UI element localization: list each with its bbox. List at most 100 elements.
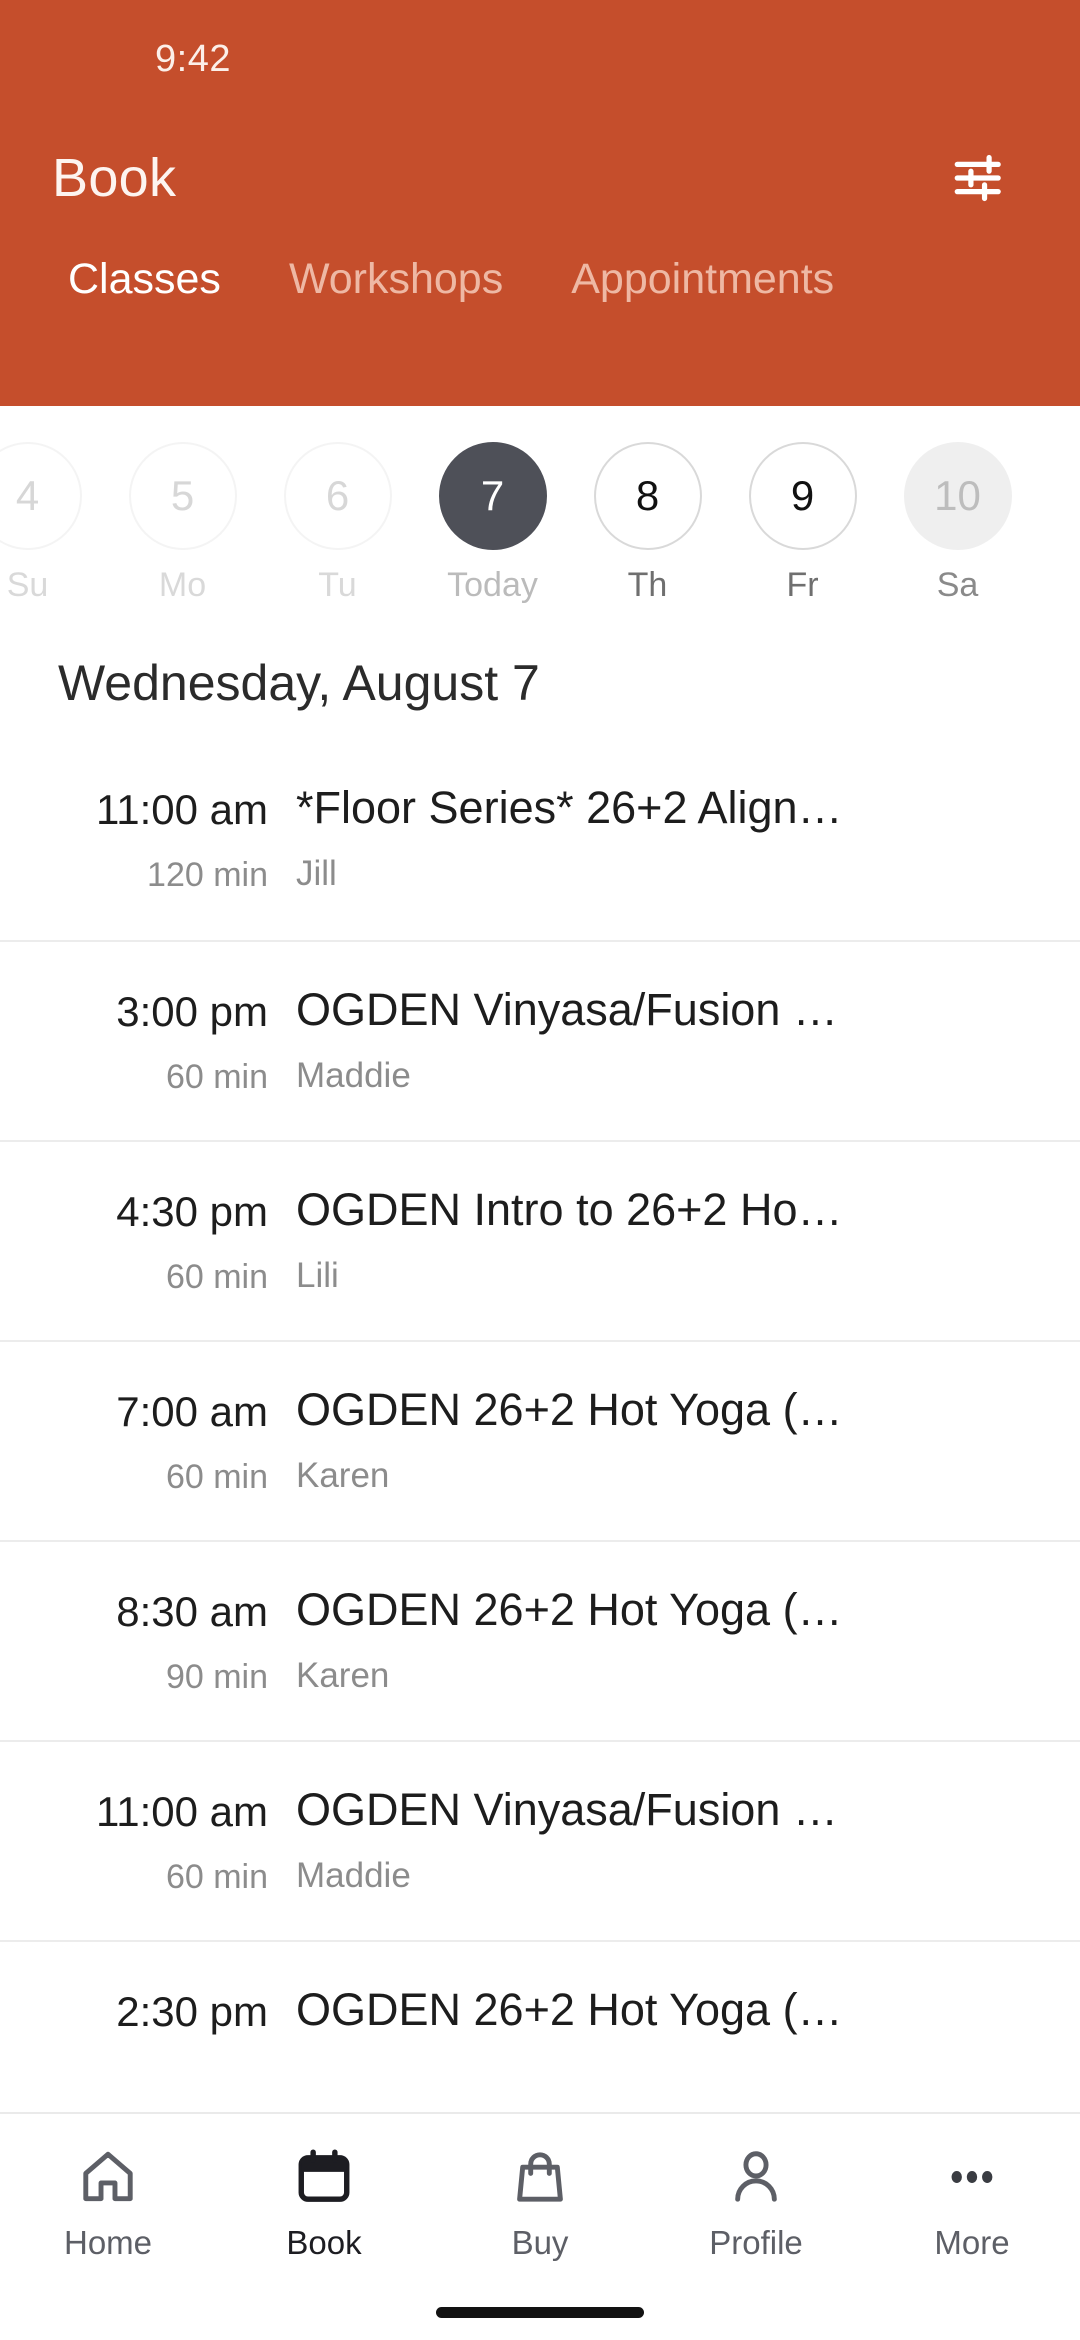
class-duration: 60 min [165, 1858, 268, 1897]
class-name: OGDEN Vinyasa/Fusion … [296, 984, 838, 1035]
date-number: 9 [748, 442, 857, 550]
page-title: Book [52, 148, 177, 208]
date-chip-6[interactable]: 6 Tu [260, 442, 415, 605]
class-info-column: OGDEN 26+2 Hot Yoga (… [290, 1984, 1022, 2056]
nav-label: More [934, 2224, 1010, 2261]
status-bar-clock: 9:42 [155, 37, 231, 80]
class-time-column: 8:30 am 90 min [58, 1584, 290, 1697]
ellipsis-icon [941, 2140, 1003, 2214]
nav-item-book[interactable]: Book [216, 2140, 432, 2262]
bottom-navigation: Home Book Buy Profile More [0, 2112, 1080, 2340]
title-bar: Book [0, 118, 1080, 238]
date-weekday: Mo [158, 566, 207, 604]
class-instructor: Maddie [296, 1855, 411, 1895]
date-chip-7-today-selected[interactable]: 7 Today [415, 442, 570, 605]
bag-icon [509, 2140, 571, 2214]
class-instructor: Lili [296, 1255, 339, 1295]
class-info-column: OGDEN Vinyasa/Fusion … Maddie [290, 1784, 1022, 1896]
class-time: 2:30 pm [116, 1988, 268, 2035]
nav-label: Book [286, 2224, 362, 2261]
date-chip-10[interactable]: 10 Sa [880, 442, 1035, 605]
section-tabs: Classes Workshops Appointments [0, 238, 1080, 406]
calendar-icon [293, 2140, 355, 2214]
date-chip-9[interactable]: 9 Fr [725, 442, 880, 605]
class-time: 8:30 am [116, 1588, 268, 1635]
class-time: 4:30 pm [116, 1188, 268, 1235]
tab-workshops[interactable]: Workshops [255, 255, 537, 303]
tune-filter-icon [954, 154, 1001, 202]
date-weekday: Su [6, 566, 49, 604]
date-weekday: Tu [318, 566, 357, 604]
class-list[interactable]: 11:00 am 120 min *Floor Series* 26+2 Ali… [0, 740, 1080, 2340]
class-duration: 90 min [165, 1658, 268, 1697]
tab-classes[interactable]: Classes [34, 255, 255, 303]
class-row[interactable]: 2:30 pm OGDEN 26+2 Hot Yoga (… [0, 1940, 1080, 2140]
nav-item-profile[interactable]: Profile [648, 2140, 864, 2262]
app-header: 9:42 Book Classes Workshops Appointments [0, 0, 1080, 406]
nav-item-buy[interactable]: Buy [432, 2140, 648, 2262]
date-number: 7 [438, 442, 547, 550]
class-info-column: OGDEN Vinyasa/Fusion … Maddie [290, 984, 1022, 1096]
class-row[interactable]: 7:00 am 60 min OGDEN 26+2 Hot Yoga (… Ka… [0, 1340, 1080, 1540]
class-row[interactable]: 4:30 pm 60 min OGDEN Intro to 26+2 Ho… L… [0, 1140, 1080, 1340]
app-screen: 9:42 Book Classes Workshops Appointments… [0, 0, 1080, 2340]
nav-label: Buy [511, 2224, 569, 2261]
class-time-column: 7:00 am 60 min [58, 1384, 290, 1497]
date-weekday: Th [627, 566, 668, 604]
class-name: OGDEN Intro to 26+2 Ho… [296, 1184, 843, 1235]
class-row[interactable]: 8:30 am 90 min OGDEN 26+2 Hot Yoga (… Ka… [0, 1540, 1080, 1740]
class-info-column: OGDEN 26+2 Hot Yoga (… Karen [290, 1584, 1022, 1696]
class-duration: 120 min [147, 856, 268, 895]
class-instructor: Karen [296, 1455, 390, 1495]
class-time-column: 3:00 pm 60 min [58, 984, 290, 1097]
date-chip-4[interactable]: 4 Su [0, 442, 105, 605]
class-name: OGDEN 26+2 Hot Yoga (… [296, 1584, 843, 1635]
class-instructor: Maddie [296, 1055, 411, 1095]
date-number: 6 [283, 442, 392, 550]
class-time: 11:00 am [96, 1788, 268, 1835]
class-time-column: 2:30 pm [58, 1984, 290, 2058]
date-weekday: Today [447, 566, 538, 604]
date-chip-5[interactable]: 5 Mo [105, 442, 260, 605]
class-row[interactable]: 11:00 am 60 min OGDEN Vinyasa/Fusion … M… [0, 1740, 1080, 1940]
class-time: 7:00 am [116, 1388, 268, 1435]
date-chip-8[interactable]: 8 Th [570, 442, 725, 605]
class-time: 11:00 am [96, 786, 268, 833]
class-time-column: 11:00 am 60 min [58, 1784, 290, 1897]
filter-button[interactable] [942, 143, 1018, 213]
class-time-column: 11:00 am 120 min [58, 782, 290, 895]
class-row[interactable]: 11:00 am 120 min *Floor Series* 26+2 Ali… [0, 740, 1080, 940]
person-icon [725, 2140, 787, 2214]
date-number: 5 [128, 442, 237, 550]
class-row[interactable]: 3:00 pm 60 min OGDEN Vinyasa/Fusion … Ma… [0, 940, 1080, 1140]
date-number: 4 [0, 442, 82, 550]
date-number: 10 [903, 442, 1012, 550]
date-selector[interactable]: 4 Su 5 Mo 6 Tu 7 Today 8 Th 9 Fr 10 Sa [0, 406, 1080, 614]
day-heading: Wednesday, August 7 [58, 655, 540, 711]
class-instructor: Jill [296, 853, 337, 893]
class-time: 3:00 pm [116, 988, 268, 1035]
class-instructor: Karen [296, 1655, 390, 1695]
class-name: OGDEN Vinyasa/Fusion … [296, 1784, 838, 1835]
class-time-column: 4:30 pm 60 min [58, 1184, 290, 1297]
date-weekday: Fr [786, 566, 819, 604]
status-bar: 9:42 [0, 0, 1080, 118]
home-icon [77, 2140, 139, 2214]
nav-item-more[interactable]: More [864, 2140, 1080, 2262]
class-duration: 60 min [165, 1258, 268, 1297]
tab-appointments[interactable]: Appointments [537, 255, 868, 303]
home-indicator [436, 2307, 644, 2318]
class-name: *Floor Series* 26+2 Align… [296, 782, 843, 833]
class-name: OGDEN 26+2 Hot Yoga (… [296, 1984, 843, 2035]
class-duration: 60 min [165, 1458, 268, 1497]
date-weekday: Sa [936, 566, 979, 604]
nav-item-home[interactable]: Home [0, 2140, 216, 2262]
class-info-column: *Floor Series* 26+2 Align… Jill [290, 782, 1022, 894]
date-number: 8 [593, 442, 702, 550]
class-info-column: OGDEN Intro to 26+2 Ho… Lili [290, 1184, 1022, 1296]
class-duration: 60 min [165, 1058, 268, 1097]
class-info-column: OGDEN 26+2 Hot Yoga (… Karen [290, 1384, 1022, 1496]
nav-label: Profile [709, 2224, 803, 2261]
class-name: OGDEN 26+2 Hot Yoga (… [296, 1384, 843, 1435]
nav-label: Home [63, 2224, 153, 2261]
